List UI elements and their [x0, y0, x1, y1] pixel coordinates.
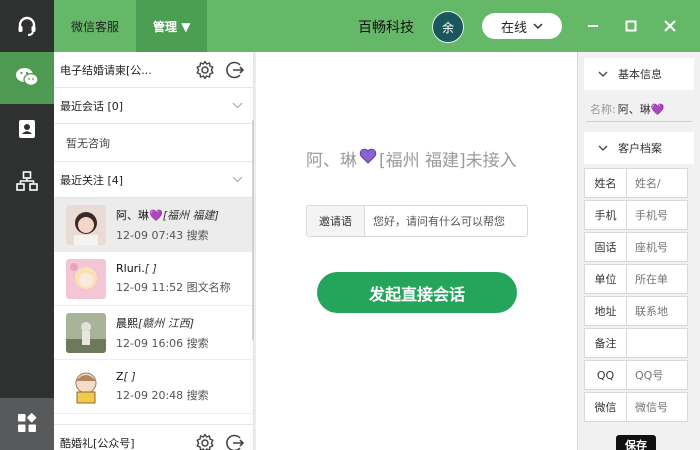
chevron-down-icon — [533, 19, 543, 34]
contact-name: Z — [116, 370, 124, 383]
list-item[interactable]: Rluri.[ ] 12-09 11:52 图文名称 — [54, 252, 253, 306]
org-tree-icon — [16, 170, 38, 194]
wechat-input[interactable] — [627, 393, 687, 421]
qq-input[interactable] — [627, 361, 687, 389]
field-company: 单位 — [584, 264, 688, 294]
contact-meta: 12-09 11:52 图文名称 — [116, 281, 231, 294]
contacts-icon — [17, 119, 37, 142]
contact-meta: 12-09 16:06 搜索 — [116, 336, 209, 350]
visitor-name: 阿、琳 — [306, 151, 357, 171]
invite-input[interactable] — [365, 206, 527, 236]
avatar — [66, 204, 106, 245]
maximize-icon[interactable] — [621, 16, 641, 36]
contact-name: 晨熙 — [116, 316, 138, 330]
gear-icon[interactable] — [193, 431, 217, 450]
avatar — [66, 258, 106, 299]
avatar — [66, 312, 106, 353]
chevron-down-icon — [232, 99, 243, 112]
basic-info-title: 基本信息 — [618, 68, 662, 81]
field-qq: QQ — [584, 360, 688, 390]
rail-contacts-button[interactable] — [0, 104, 54, 156]
account-header: 电子结婚请柬[公... — [54, 52, 253, 88]
name-label: 名称: — [590, 102, 616, 116]
conversation-list: 电子结婚请柬[公... 最近会话 [0] 暂无咨询 最近关注 [4] 阿、琳💜[… — [54, 52, 254, 450]
contact-location: [ ] — [123, 370, 136, 383]
list-item[interactable]: 晨熙[赣州 江西] 12-09 16:06 搜索 — [54, 306, 253, 360]
invite-label: 邀请语 — [307, 206, 365, 236]
mobile-input[interactable] — [627, 201, 687, 229]
field-wechat: 微信 — [584, 392, 688, 422]
name-input[interactable] — [627, 169, 687, 197]
chat-bubbles-icon — [15, 66, 39, 91]
left-rail — [0, 0, 54, 450]
field-mobile: 手机 — [584, 200, 688, 230]
recent-sessions-label: 最近会话 [0] — [60, 99, 124, 113]
archive-header[interactable]: 客户档案 — [584, 132, 694, 164]
status-dropdown[interactable]: 在线 — [482, 13, 562, 39]
field-remark: 备注 — [584, 328, 688, 358]
tab-manage[interactable]: 管理 ▼ — [136, 0, 208, 52]
name-value: 阿、琳💜 — [617, 102, 665, 116]
chevron-down-icon — [598, 68, 608, 81]
account-header: 酷婚礼[公众号] — [54, 424, 253, 450]
landline-input[interactable] — [627, 233, 687, 261]
account-name[interactable]: 酷婚礼[公众号] — [60, 435, 193, 450]
field-address: 地址 — [584, 296, 688, 326]
invite-field: 邀请语 — [306, 205, 528, 237]
company-name: 百畅科技 — [358, 20, 414, 36]
recent-follow-header[interactable]: 最近关注 [4] — [54, 162, 253, 198]
gear-icon[interactable] — [193, 58, 217, 82]
visitor-status: [福州 福建]未接入 — [379, 151, 517, 171]
contact-location: [赣州 江西] — [138, 316, 195, 330]
contact-meta: 12-09 07:43 搜索 — [116, 228, 209, 242]
minimize-icon[interactable] — [583, 16, 603, 36]
archive-fields: 姓名 手机 固话 单位 地址 备注 QQ 微信 — [584, 168, 688, 424]
company-input[interactable] — [627, 265, 687, 293]
status-label: 在线 — [500, 20, 527, 36]
rail-org-button[interactable] — [0, 156, 54, 208]
list-item[interactable]: 阿、琳💜[福州 福建] 12-09 07:43 搜索 — [54, 198, 253, 252]
chevron-down-icon — [598, 142, 608, 155]
heart-icon — [359, 148, 377, 169]
save-button[interactable]: 保存 — [616, 435, 656, 450]
rail-chat-button[interactable] — [0, 52, 54, 104]
contact-location: [福州 福建] — [162, 208, 219, 222]
remark-input[interactable] — [627, 329, 687, 357]
apps-grid-icon — [17, 412, 37, 436]
top-bar: 微信客服 管理 ▼ 百畅科技 余 在线 — [54, 0, 700, 52]
contact-name: Rluri. — [116, 262, 145, 275]
avatar — [66, 366, 106, 407]
name-field: 名称: 阿、琳💜 — [586, 96, 692, 122]
visitor-status-line: 阿、琳 [福州 福建]未接入 — [306, 146, 517, 171]
headset-icon — [0, 0, 54, 52]
recent-sessions-header[interactable]: 最近会话 [0] — [54, 88, 253, 124]
address-input[interactable] — [627, 297, 687, 325]
contact-name: 阿、琳💜 — [116, 208, 163, 222]
list-item[interactable]: Z[ ] 12-09 20:48 搜索 — [54, 360, 253, 414]
contact-location: [ ] — [144, 262, 157, 275]
chat-area: 阿、琳 [福州 福建]未接入 邀请语 发起直接会话 — [254, 52, 577, 450]
empty-sessions-text: 暂无咨询 — [54, 124, 253, 162]
start-chat-button[interactable]: 发起直接会话 — [317, 272, 517, 313]
field-landline: 固话 — [584, 232, 688, 262]
basic-info-header[interactable]: 基本信息 — [584, 58, 694, 90]
archive-title: 客户档案 — [618, 142, 662, 155]
field-name: 姓名 — [584, 168, 688, 198]
profile-panel: 基本信息 名称: 阿、琳💜 客户档案 姓名 手机 固话 单位 地址 备注 QQ … — [577, 52, 700, 450]
contact-meta: 12-09 20:48 搜索 — [116, 389, 209, 402]
account-name[interactable]: 电子结婚请柬[公... — [60, 62, 193, 78]
chevron-down-icon — [232, 173, 243, 186]
logout-icon[interactable] — [223, 431, 247, 450]
close-icon[interactable] — [660, 16, 680, 36]
logout-icon[interactable] — [223, 58, 247, 82]
recent-follow-label: 最近关注 [4] — [60, 173, 124, 187]
tab-wechat-service[interactable]: 微信客服 — [54, 0, 136, 52]
rail-apps-button[interactable] — [0, 398, 54, 450]
avatar[interactable]: 余 — [432, 11, 464, 43]
